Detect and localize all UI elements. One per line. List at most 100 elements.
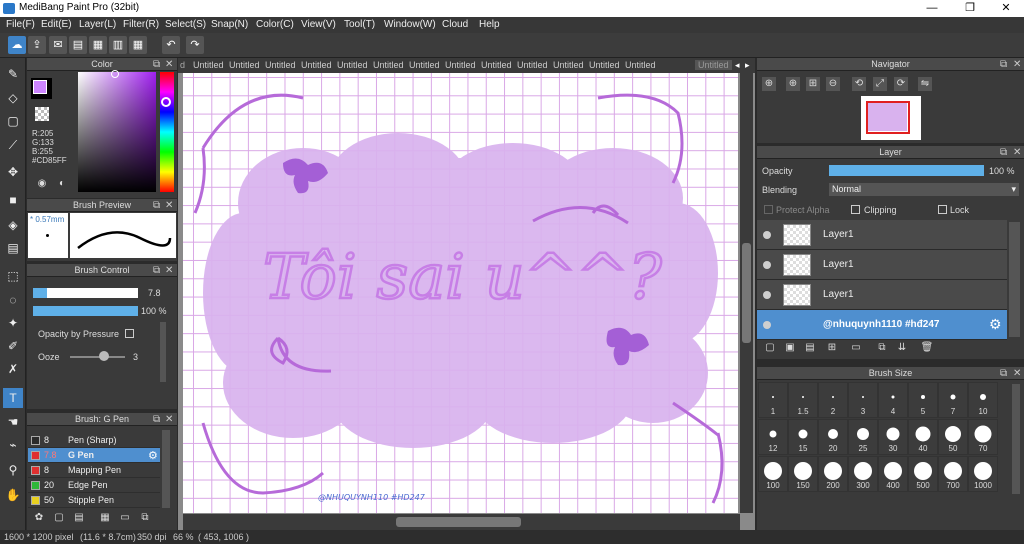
visibility-icon[interactable] bbox=[763, 321, 771, 329]
gear-icon[interactable]: ⚙ bbox=[148, 449, 158, 462]
hue-slider-thumb[interactable] bbox=[161, 97, 171, 107]
ooze-slider-thumb[interactable] bbox=[99, 351, 109, 361]
document-tab[interactable]: Untitled bbox=[373, 60, 404, 70]
document-tab[interactable]: Untitled bbox=[301, 60, 332, 70]
line-tool-icon[interactable]: ⟋ bbox=[3, 135, 23, 155]
float-icon[interactable]: ⧉ bbox=[153, 58, 160, 71]
copy-brush-icon[interactable]: ⧉ bbox=[138, 511, 152, 525]
brush-size-cell[interactable]: 1.5 bbox=[788, 382, 818, 418]
lasso-tool-icon[interactable]: ◌ bbox=[3, 290, 23, 310]
brush-settings-icon[interactable]: ▦ bbox=[98, 511, 112, 525]
select-pen-tool-icon[interactable]: ✐ bbox=[3, 336, 23, 356]
undo-icon[interactable]: ↶ bbox=[162, 36, 180, 54]
document-tab[interactable]: Untitled bbox=[229, 60, 260, 70]
close-button[interactable]: ✕ bbox=[989, 0, 1023, 17]
menu-cloud[interactable]: Cloud bbox=[442, 19, 468, 30]
gradient-tool-icon[interactable]: ▤ bbox=[3, 238, 23, 258]
brush-size-cell[interactable]: 12 bbox=[758, 419, 788, 455]
brush-item[interactable]: 50 Stipple Pen bbox=[28, 493, 160, 508]
brush-opacity-slider[interactable] bbox=[33, 306, 138, 316]
document-tab[interactable]: Untitled bbox=[589, 60, 620, 70]
float-icon[interactable]: ⧉ bbox=[153, 199, 160, 212]
new-8bit-layer-icon[interactable]: ▤ bbox=[803, 341, 817, 355]
close-panel-icon[interactable]: ✕ bbox=[165, 58, 173, 71]
menu-color[interactable]: Color(C) bbox=[256, 19, 294, 30]
document-tab[interactable]: Untitled bbox=[193, 60, 224, 70]
vertical-scrollbar[interactable] bbox=[740, 73, 753, 513]
menu-window[interactable]: Window(W) bbox=[384, 19, 436, 30]
eraser-tool-icon[interactable]: ◇ bbox=[3, 88, 23, 108]
zoom-fit-icon[interactable]: ⊕ bbox=[762, 77, 776, 91]
brush-list-scrollbar[interactable] bbox=[162, 430, 170, 508]
document-tab[interactable]: Untitled bbox=[445, 60, 476, 70]
document-tab[interactable]: Untitled bbox=[409, 60, 440, 70]
brush-size-cell[interactable]: 1 bbox=[758, 382, 788, 418]
menu-snap[interactable]: Snap(N) bbox=[211, 19, 248, 30]
brush-size-cell[interactable]: 100 bbox=[758, 456, 788, 492]
palette-icon[interactable]: ◉ bbox=[35, 177, 49, 191]
layer-row[interactable]: Layer1 bbox=[757, 250, 1007, 280]
float-icon[interactable]: ⧉ bbox=[153, 413, 160, 426]
new-halftone-layer-icon[interactable]: ▣ bbox=[783, 341, 797, 355]
document-icon[interactable]: ▦ bbox=[89, 36, 107, 54]
menu-edit[interactable]: Edit(E) bbox=[41, 19, 72, 30]
brush-size-cell[interactable]: 5 bbox=[908, 382, 938, 418]
brush-item[interactable]: 8 Pen (Sharp) bbox=[28, 433, 160, 448]
text-tool-icon[interactable]: T bbox=[3, 388, 23, 408]
hand-tool-icon[interactable]: ✋ bbox=[3, 485, 23, 505]
rotate-right-icon[interactable]: ⟳ bbox=[894, 77, 908, 91]
navigator-thumbnail[interactable] bbox=[861, 96, 921, 140]
close-panel-icon[interactable]: ✕ bbox=[1013, 58, 1021, 71]
menu-select[interactable]: Select(S) bbox=[165, 19, 206, 30]
ooze-slider[interactable] bbox=[70, 356, 125, 358]
close-panel-icon[interactable]: ✕ bbox=[165, 413, 173, 426]
duplicate-layer-icon[interactable]: ⧉ bbox=[875, 341, 889, 355]
horizontal-scrollbar[interactable] bbox=[183, 514, 740, 530]
brush-menu-icon[interactable]: ▤ bbox=[72, 511, 86, 525]
grid-icon[interactable]: ▦ bbox=[129, 36, 147, 54]
brush-item[interactable]: 8 Mapping Pen bbox=[28, 463, 160, 478]
layer-row[interactable]: Layer1 bbox=[757, 280, 1007, 310]
list-icon[interactable]: ▥ bbox=[109, 36, 127, 54]
rotate-left-icon[interactable]: ⟲ bbox=[852, 77, 866, 91]
brush-size-cell[interactable]: 2 bbox=[818, 382, 848, 418]
restore-button[interactable]: ❐ bbox=[953, 0, 987, 17]
dropper-tool-icon[interactable]: ⚲ bbox=[3, 460, 23, 480]
add-brush-icon[interactable]: ✿ bbox=[32, 511, 46, 525]
drawing-canvas[interactable]: Tôi sai u^^? @NHUQUYNH110 #HD247 bbox=[183, 73, 738, 513]
close-panel-icon[interactable]: ✕ bbox=[1013, 146, 1021, 159]
brush-size-cell[interactable]: 500 bbox=[908, 456, 938, 492]
hue-slider[interactable] bbox=[160, 72, 174, 192]
merge-layer-icon[interactable]: ⇊ bbox=[895, 341, 909, 355]
brush-item[interactable]: 20 Edge Pen bbox=[28, 478, 160, 493]
brush-size-scrollbar[interactable] bbox=[1012, 384, 1020, 494]
fit-screen-icon[interactable]: ⤢ bbox=[873, 77, 887, 91]
layer-opacity-slider[interactable] bbox=[829, 165, 984, 176]
magic-wand-tool-icon[interactable]: ✦ bbox=[3, 313, 23, 333]
color-picker-cursor[interactable] bbox=[111, 70, 119, 78]
new-layer-icon[interactable]: ▢ bbox=[763, 341, 777, 355]
brush-size-cell[interactable]: 150 bbox=[788, 456, 818, 492]
new-brush-icon[interactable]: ▢ bbox=[52, 511, 66, 525]
brush-size-cell[interactable]: 70 bbox=[968, 419, 998, 455]
close-panel-icon[interactable]: ✕ bbox=[165, 264, 173, 277]
folder-icon[interactable]: ▭ bbox=[849, 341, 863, 355]
menu-filter[interactable]: Filter(R) bbox=[123, 19, 159, 30]
close-panel-icon[interactable]: ✕ bbox=[1013, 367, 1021, 380]
blending-select[interactable]: Normal ▾ bbox=[829, 183, 1019, 196]
brush-size-cell[interactable]: 40 bbox=[908, 419, 938, 455]
bucket-tool-icon[interactable]: ◈ bbox=[3, 215, 23, 235]
brush-size-cell[interactable]: 30 bbox=[878, 419, 908, 455]
visibility-icon[interactable] bbox=[763, 291, 771, 299]
brush-size-cell[interactable]: 10 bbox=[968, 382, 998, 418]
eyedropper-tool-icon[interactable]: ⌁ bbox=[3, 435, 23, 455]
visibility-icon[interactable] bbox=[763, 261, 771, 269]
float-icon[interactable]: ⧉ bbox=[1000, 146, 1007, 159]
document-tab[interactable]: Untitled bbox=[481, 60, 512, 70]
document-tab-active[interactable]: Untitled bbox=[695, 60, 732, 70]
move-tool-icon[interactable]: ✥ bbox=[3, 162, 23, 182]
trash-icon[interactable]: 🗑 bbox=[920, 341, 934, 355]
brush-size-cell[interactable]: 1000 bbox=[968, 456, 998, 492]
brush-size-cell[interactable]: 15 bbox=[788, 419, 818, 455]
tab-prev-icon[interactable]: ◂ bbox=[735, 60, 740, 71]
